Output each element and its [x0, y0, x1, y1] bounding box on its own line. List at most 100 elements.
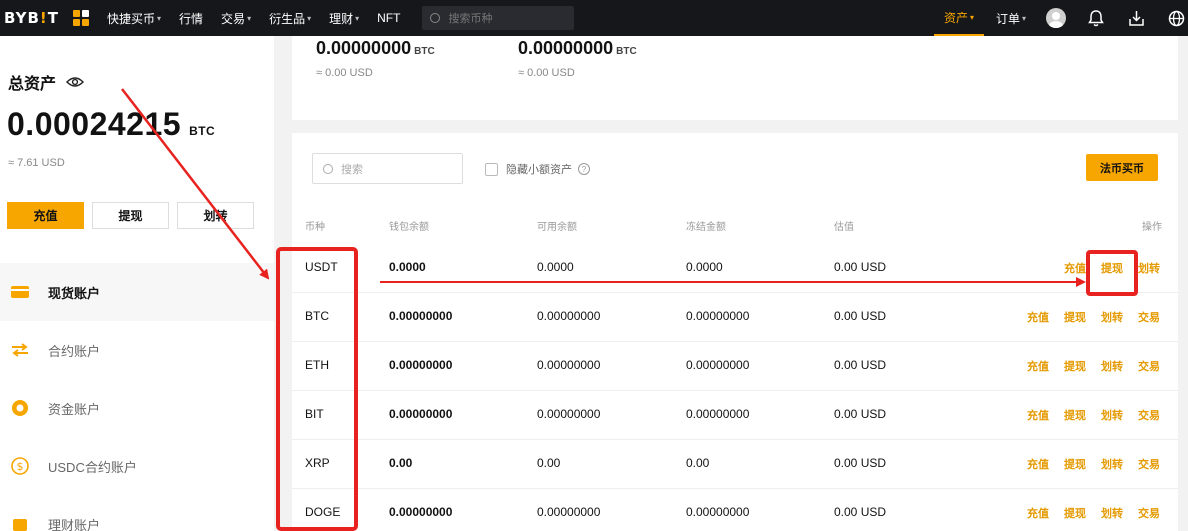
- table-row: ETH 0.00000000 0.00000000 0.00000000 0.0…: [292, 343, 1178, 391]
- valuation: 0.00 USD: [834, 407, 887, 421]
- fiat-buy-button[interactable]: 法币买币: [1086, 154, 1158, 181]
- account-balance-2-usd: ≈ 0.00 USD: [518, 67, 575, 79]
- withdraw-button[interactable]: 提现: [92, 202, 169, 229]
- available-balance: 0.00000000: [537, 309, 601, 323]
- download-icon[interactable]: [1126, 8, 1146, 28]
- row-withdraw-link[interactable]: 提现: [1064, 309, 1086, 325]
- table-row: USDT 0.0000 0.0000 0.0000 0.00 USD 充值 提现…: [292, 245, 1178, 293]
- wallet-balance: 0.00000000: [389, 309, 453, 323]
- row-withdraw-link[interactable]: 提现: [1064, 358, 1086, 374]
- wallet-balance: 0.00000000: [389, 505, 453, 519]
- nav-search-input[interactable]: 搜索币种: [422, 6, 575, 30]
- coin-name: ETH: [305, 358, 329, 372]
- row-withdraw-link[interactable]: 提现: [1064, 456, 1086, 472]
- deposit-button[interactable]: 充值: [7, 202, 84, 229]
- row-transfer-link[interactable]: 划转: [1138, 260, 1160, 276]
- wallet-balance: 0.00000000: [389, 407, 453, 421]
- row-trade-link[interactable]: 交易: [1138, 309, 1160, 325]
- row-deposit-link[interactable]: 充值: [1027, 358, 1049, 374]
- column-header-wallet: 钱包余额: [389, 222, 429, 233]
- bybit-logo[interactable]: BYB!T: [4, 9, 59, 27]
- row-trade-link[interactable]: 交易: [1138, 358, 1160, 374]
- account-summary-card: 0.00000000 BTC ≈ 0.00 USD 0.00000000 BTC ≈…: [292, 36, 1178, 120]
- sidebar-item-earn[interactable]: 理财账户: [0, 495, 274, 531]
- column-header-available: 可用余额: [537, 222, 577, 233]
- row-transfer-link[interactable]: 划转: [1101, 358, 1123, 374]
- svg-text:$: $: [17, 460, 24, 473]
- row-deposit-link[interactable]: 充值: [1027, 309, 1049, 325]
- table-row: XRP 0.00 0.00 0.00 0.00 USD 充值 提现 划转 交易: [292, 441, 1178, 489]
- column-header-frozen: 冻结金额: [686, 222, 726, 233]
- column-header-actions: 操作: [1142, 222, 1162, 233]
- row-trade-link[interactable]: 交易: [1138, 407, 1160, 423]
- available-balance: 0.00: [537, 456, 561, 470]
- eye-icon[interactable]: [66, 76, 85, 88]
- row-withdraw-link[interactable]: 提现: [1064, 407, 1086, 423]
- globe-icon[interactable]: [1166, 8, 1186, 28]
- valuation: 0.00 USD: [834, 260, 887, 274]
- row-transfer-link[interactable]: 划转: [1101, 456, 1123, 472]
- valuation: 0.00 USD: [834, 309, 887, 323]
- coin-name: BTC: [305, 309, 329, 323]
- sidebar-item-spot[interactable]: 现货账户: [0, 263, 274, 321]
- nav-quick-buy[interactable]: 快捷买币 ▾: [107, 10, 161, 27]
- transfer-button[interactable]: 划转: [177, 202, 254, 229]
- help-icon[interactable]: ?: [578, 163, 590, 175]
- dollar-icon: $: [10, 457, 30, 475]
- nav-orders[interactable]: 订单 ▾: [996, 10, 1026, 27]
- row-deposit-link[interactable]: 充值: [1064, 260, 1086, 276]
- hide-small-assets-toggle[interactable]: 隐藏小额资产 ?: [485, 161, 590, 177]
- sidebar-item-contract[interactable]: 合约账户: [0, 321, 274, 379]
- available-balance: 0.00000000: [537, 407, 601, 421]
- account-balance-1: 0.00000000 BTC: [316, 38, 435, 58]
- search-icon: [430, 13, 441, 23]
- valuation: 0.00 USD: [834, 505, 887, 519]
- nav-nft[interactable]: NFT: [377, 11, 400, 25]
- checkbox[interactable]: [485, 162, 498, 176]
- row-trade-link[interactable]: 交易: [1138, 505, 1160, 521]
- apps-grid-icon[interactable]: [73, 10, 89, 26]
- table-row: BIT 0.00000000 0.00000000 0.00000000 0.0…: [292, 392, 1178, 440]
- row-deposit-link[interactable]: 充值: [1027, 407, 1049, 423]
- available-balance: 0.00000000: [537, 358, 601, 372]
- available-balance: 0.0000: [537, 260, 574, 274]
- coin-name: USDT: [305, 260, 338, 274]
- nav-assets[interactable]: 资产 ▾: [933, 0, 984, 36]
- wallet-balance: 0.00000000: [389, 358, 453, 372]
- row-withdraw-link[interactable]: 提现: [1101, 260, 1123, 276]
- frozen-amount: 0.00000000: [686, 309, 750, 323]
- assets-table-card: 搜索 隐藏小额资产 ? 法币买币 币种 钱包余额 可用余额 冻结金额 估值 操作…: [292, 133, 1178, 531]
- asset-search-input[interactable]: 搜索: [312, 153, 463, 184]
- wallet-balance: 0.0000: [389, 260, 426, 274]
- row-transfer-link[interactable]: 划转: [1101, 505, 1123, 521]
- assets-sidebar: 总资产 0.00024215 BTC ≈ 7.61 USD 充值 提现 划转 现货…: [0, 36, 274, 531]
- wallet-icon: [10, 283, 30, 301]
- frozen-amount: 0.00000000: [686, 505, 750, 519]
- row-withdraw-link[interactable]: 提现: [1064, 505, 1086, 521]
- nav-markets[interactable]: 行情: [179, 10, 203, 27]
- available-balance: 0.00000000: [537, 505, 601, 519]
- total-assets-label: 总资产: [8, 70, 85, 94]
- row-deposit-link[interactable]: 充值: [1027, 456, 1049, 472]
- table-header: 币种 钱包余额 可用余额 冻结金额 估值 操作: [292, 216, 1178, 234]
- sidebar-item-usdc[interactable]: $ USDC合约账户: [0, 437, 274, 495]
- bell-icon[interactable]: [1086, 8, 1106, 28]
- avatar[interactable]: [1046, 8, 1066, 28]
- sidebar-item-funding[interactable]: 资金账户: [0, 379, 274, 437]
- table-row: DOGE 0.00000000 0.00000000 0.00000000 0.…: [292, 490, 1178, 531]
- frozen-amount: 0.00000000: [686, 358, 750, 372]
- row-transfer-link[interactable]: 划转: [1101, 407, 1123, 423]
- total-assets-usd: ≈ 7.61 USD: [8, 157, 65, 169]
- row-transfer-link[interactable]: 划转: [1101, 309, 1123, 325]
- column-header-value: 估值: [834, 222, 854, 233]
- nav-derivatives[interactable]: 衍生品 ▾: [269, 10, 311, 27]
- wallet-balance: 0.00: [389, 456, 413, 470]
- row-deposit-link[interactable]: 充值: [1027, 505, 1049, 521]
- row-trade-link[interactable]: 交易: [1138, 456, 1160, 472]
- account-balance-2: 0.00000000 BTC: [518, 38, 637, 58]
- search-icon: [323, 163, 333, 174]
- valuation: 0.00 USD: [834, 456, 887, 470]
- nav-earn[interactable]: 理财 ▾: [329, 10, 359, 27]
- nav-trade[interactable]: 交易 ▾: [221, 10, 251, 27]
- earn-icon: [10, 515, 30, 531]
